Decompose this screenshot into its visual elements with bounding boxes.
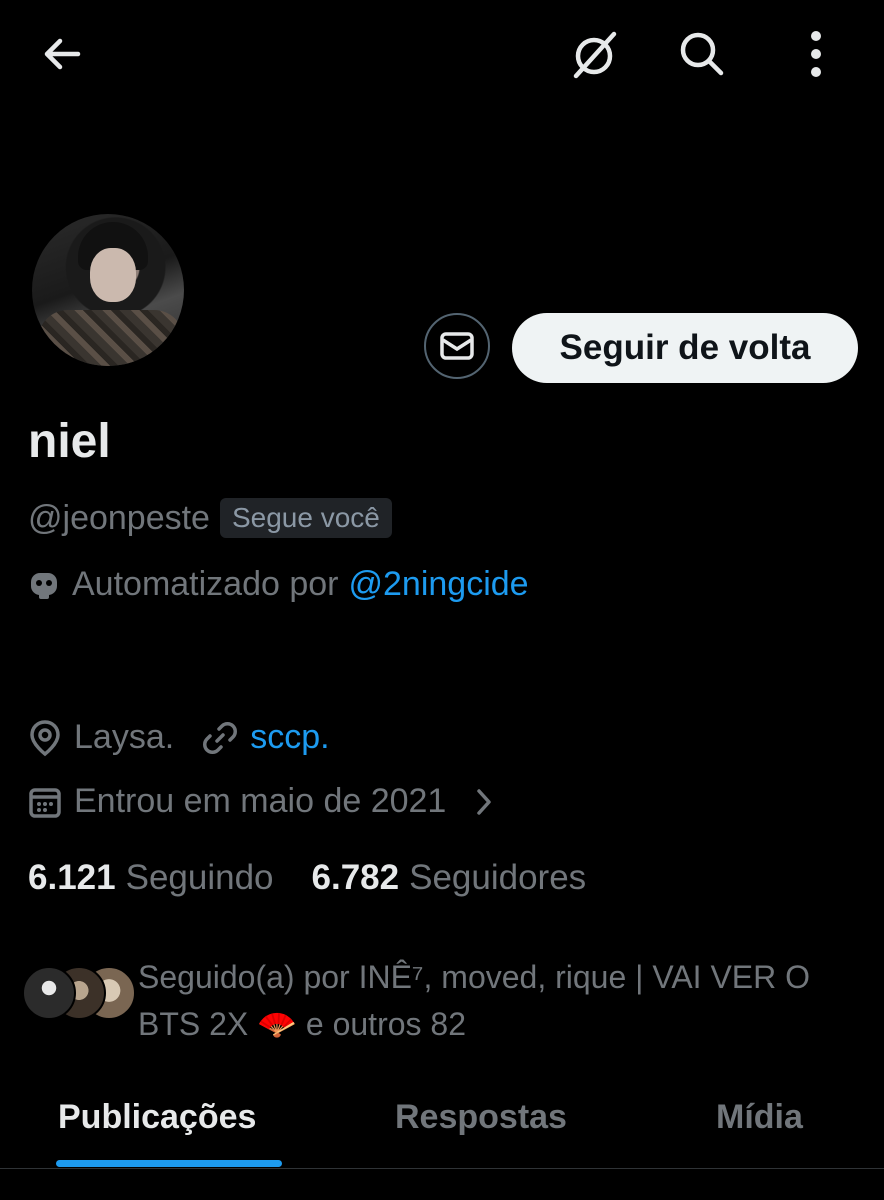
link-icon xyxy=(203,721,238,754)
tab-midia[interactable]: Mídia xyxy=(716,1098,803,1137)
calendar-icon xyxy=(29,787,61,818)
followers-count: 6.782 xyxy=(311,858,400,897)
mail-icon xyxy=(440,332,474,360)
follow-back-button[interactable]: Seguir de volta xyxy=(512,313,858,383)
following-count: 6.121 xyxy=(28,858,116,897)
tab-publicacoes[interactable]: Publicações xyxy=(58,1098,256,1137)
location-text: Laysa. xyxy=(74,718,175,756)
more-vertical-icon xyxy=(811,31,821,77)
search-icon xyxy=(680,32,724,76)
more-options-button[interactable] xyxy=(784,22,848,86)
mutual-avatars xyxy=(22,954,136,1020)
automated-label: Automatizado por xyxy=(72,565,339,603)
website-link[interactable]: sccp. xyxy=(250,718,329,757)
profile-screen: Seguir de volta niel @jeonpeste Segue vo… xyxy=(0,0,884,1200)
arrow-left-icon xyxy=(44,38,81,70)
automated-by-link[interactable]: @2ningcide xyxy=(349,565,529,604)
message-button[interactable] xyxy=(424,313,490,379)
profile-tabs: Publicações Respostas Mídia xyxy=(0,1080,884,1169)
followed-by-text: Seguido(a) por INÊ⁷, moved, rique | VAI … xyxy=(138,959,811,1042)
following-link[interactable]: 6.121 Seguindo xyxy=(28,858,274,898)
followers-link[interactable]: 6.782 Seguidores xyxy=(312,858,587,898)
display-name: niel xyxy=(28,415,111,468)
followed-by-row[interactable]: Seguido(a) por INÊ⁷, moved, rique | VAI … xyxy=(22,954,858,1048)
search-button[interactable] xyxy=(670,22,734,86)
mutual-avatar xyxy=(22,966,76,1020)
avatar-face xyxy=(90,248,136,302)
active-tab-indicator xyxy=(56,1160,282,1167)
back-button[interactable] xyxy=(30,22,94,86)
avatar-tattoo-arm xyxy=(38,310,184,366)
follow-stats: 6.121 Seguindo 6.782 Seguidores xyxy=(28,858,586,898)
user-handle: @jeonpeste xyxy=(28,498,210,537)
automated-row: Automatizado por @2ningcide xyxy=(26,565,529,604)
data-saver-icon xyxy=(573,31,617,79)
meta-row-location: Laysa. sccp. xyxy=(28,718,330,757)
data-saver-button[interactable] xyxy=(562,22,626,86)
followers-label: Seguidores xyxy=(409,858,587,897)
meta-row-joined[interactable]: Entrou em maio de 2021 xyxy=(28,782,494,821)
joined-date: Entrou em maio de 2021 xyxy=(74,782,447,820)
location-pin-icon xyxy=(30,719,60,756)
follows-you-badge: Segue você xyxy=(219,498,392,538)
tab-respostas[interactable]: Respostas xyxy=(395,1098,567,1137)
chevron-right-icon xyxy=(477,788,492,815)
following-label: Seguindo xyxy=(125,858,274,897)
handle-row: @jeonpeste Segue você xyxy=(28,498,392,538)
bot-icon xyxy=(31,572,57,599)
avatar[interactable] xyxy=(32,214,184,366)
